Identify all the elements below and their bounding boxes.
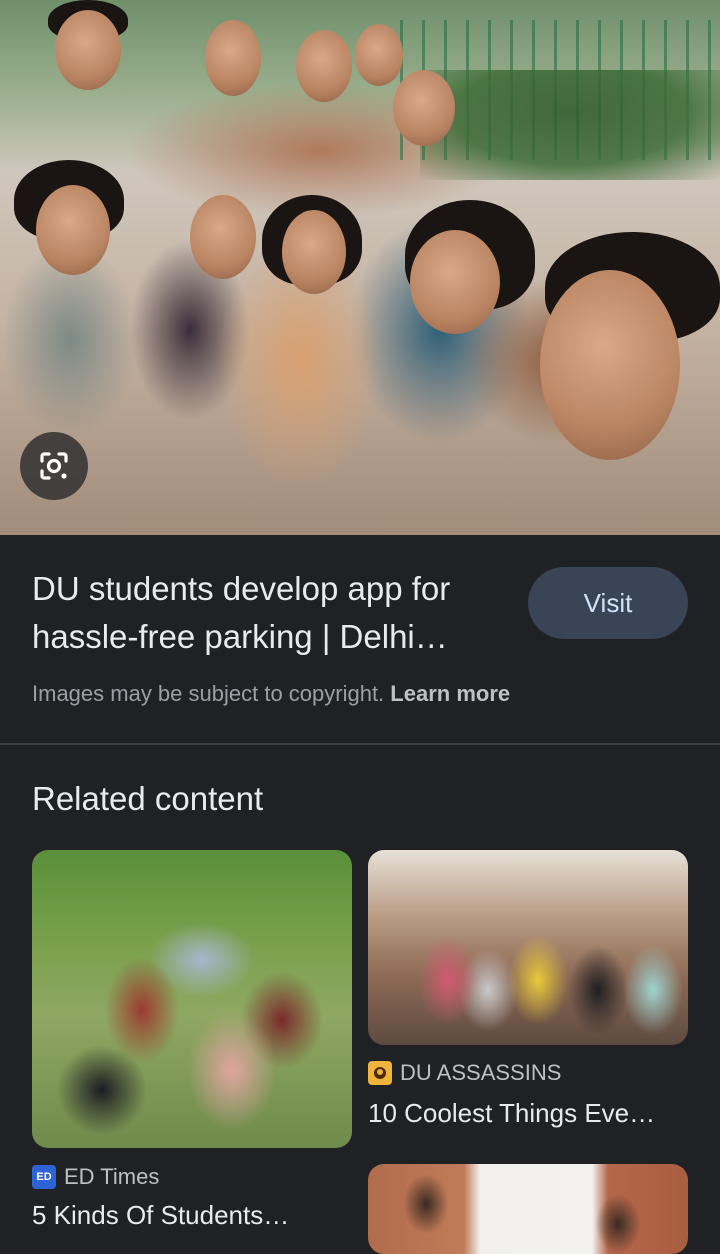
- related-card-image[interactable]: [368, 1164, 688, 1254]
- related-card-title[interactable]: 10 Coolest Things Eve…: [368, 1098, 688, 1129]
- related-content-heading: Related content: [32, 780, 264, 817]
- ed-times-logo-icon: ED: [32, 1165, 56, 1189]
- person-face: [36, 185, 110, 275]
- related-card-source: ED ED Times: [32, 1164, 159, 1190]
- learn-more-link[interactable]: Learn more: [390, 681, 510, 706]
- person-face: [55, 10, 121, 90]
- related-card-source: DU ASSASSINS: [368, 1060, 561, 1086]
- du-assassins-logo-icon: [368, 1061, 392, 1085]
- source-name: ED Times: [64, 1164, 160, 1189]
- person-face: [205, 20, 261, 96]
- person-face: [282, 210, 346, 294]
- person-face: [190, 195, 256, 279]
- section-divider: [0, 743, 720, 745]
- google-lens-icon: [40, 452, 68, 480]
- person-face: [540, 270, 680, 460]
- person-face: [410, 230, 500, 334]
- person-face: [355, 24, 403, 86]
- person-face: [393, 70, 455, 146]
- source-name: DU ASSASSINS: [400, 1060, 562, 1085]
- result-info-panel: DU students develop app for hassle-free …: [0, 535, 720, 743]
- copyright-notice: Images may be subject to copyright. Lear…: [32, 681, 510, 707]
- related-card-image[interactable]: [368, 850, 688, 1045]
- hedge-background: [420, 70, 720, 180]
- visit-button[interactable]: Visit: [528, 567, 688, 639]
- related-card-title[interactable]: 5 Kinds Of Students…: [32, 1200, 352, 1231]
- hero-image[interactable]: [0, 0, 720, 535]
- result-title[interactable]: DU students develop app for hassle-free …: [32, 565, 512, 661]
- person-face: [296, 30, 352, 102]
- google-lens-button[interactable]: [20, 432, 88, 500]
- related-card-image[interactable]: [32, 850, 352, 1148]
- copyright-text: Images may be subject to copyright.: [32, 681, 391, 706]
